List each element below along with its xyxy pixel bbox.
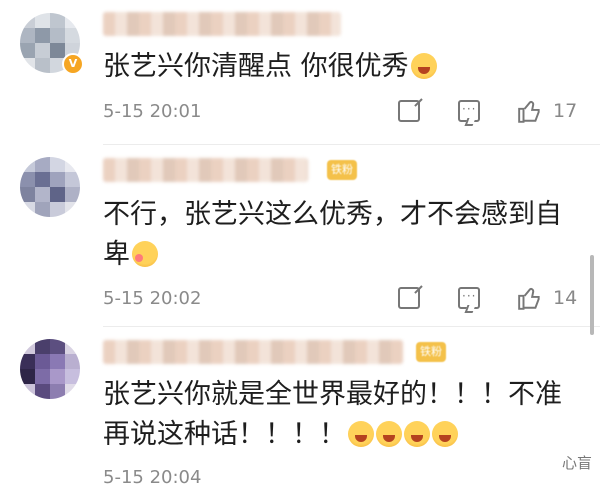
scrollbar[interactable] [590,255,594,335]
comment-text: 张艺兴你清醒点 你很优秀 [103,47,563,87]
comment-timestamp: 5-15 20:01 [103,101,202,122]
comment-timestamp: 5-15 20:04 [103,467,202,488]
angry-emoji-icon [376,421,402,447]
comment-icon[interactable] [458,287,480,309]
like-icon[interactable] [517,285,543,311]
angry-emoji-icon [404,421,430,447]
fan-badge: 铁粉 [327,160,357,180]
like-icon[interactable] [517,98,543,124]
verified-badge-icon: V [62,53,84,75]
avatar[interactable] [20,157,80,217]
username-blurred[interactable] [103,340,403,364]
comment-text: 不行，张艺兴这么优秀，才不会感到自卑 [103,199,562,270]
share-icon[interactable] [398,100,420,122]
angry-emoji-icon [410,53,437,79]
angry-emoji-icon [432,421,458,447]
comment-timestamp: 5-15 20:02 [103,288,202,309]
comment-item-2: 铁粉 不行，张艺兴这么优秀，才不会感到自卑 5-15 20:02 14 [0,145,600,327]
shy-emoji-icon [132,241,158,267]
angry-emoji-icon [348,421,374,447]
username-blurred[interactable] [103,158,308,182]
comment-item-3: 铁粉 张艺兴你就是全世界最好的！！！不准再说这种话！！！！ 5-15 20:04 [0,327,600,488]
comment-actions: 17 [360,98,600,128]
comment-item-1: V 张艺兴你清醒点 你很优秀 5-15 20:01 17 [0,0,600,150]
share-icon[interactable] [398,287,420,309]
like-count: 17 [553,100,578,122]
username-blurred[interactable] [103,12,341,36]
like-count: 14 [553,287,578,309]
comment-text: 张艺兴你就是全世界最好的！！！不准再说这种话！！！！ [103,379,562,450]
watermark: 心盲 [561,454,592,472]
fan-badge: 铁粉 [416,342,446,362]
comment-actions: 14 [360,285,600,315]
comment-icon[interactable] [458,100,480,122]
avatar[interactable] [20,339,80,399]
